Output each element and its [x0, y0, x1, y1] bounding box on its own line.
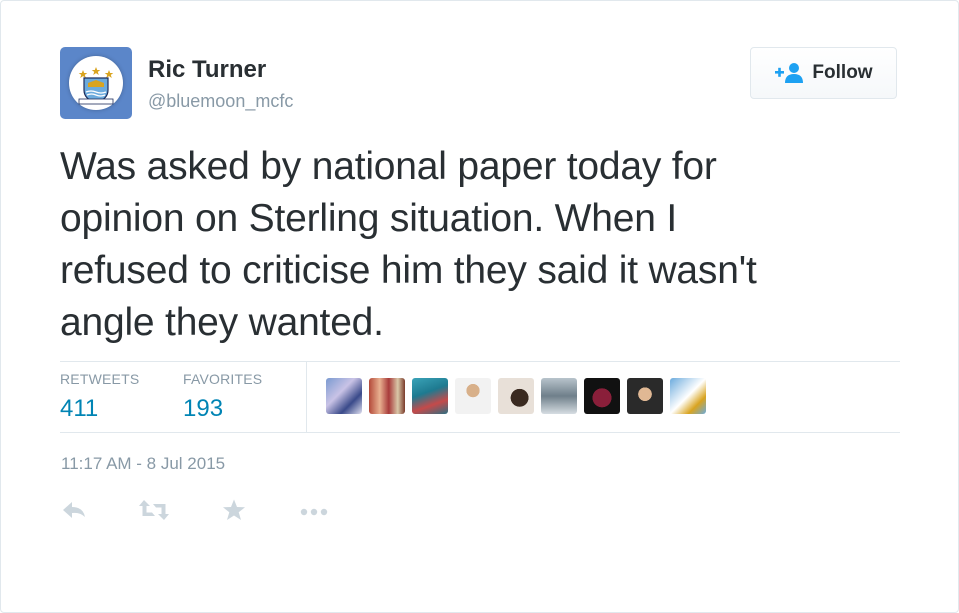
stats-vertical-divider [306, 361, 307, 432]
retweets-count: 411 [60, 395, 99, 422]
reply-icon [61, 500, 87, 525]
user-handle[interactable]: @bluemoon_mcfc [148, 91, 293, 112]
tweet-text-line: angle they wanted. [60, 301, 384, 344]
favorites-stat[interactable]: FAVORITES 193 [183, 371, 262, 423]
favoriter-avatar[interactable] [670, 378, 706, 414]
tweet-timestamp[interactable]: 11:17 AM - 8 Jul 2015 [61, 454, 225, 474]
tweet-card: Ric Turner @bluemoon_mcfc Follow Was ask… [0, 0, 959, 613]
favoriter-avatar[interactable] [498, 378, 534, 414]
stats-bottom-divider [60, 432, 900, 433]
retweet-icon [138, 499, 170, 526]
tweet-text: Was asked by national paper today for op… [60, 141, 920, 349]
favorite-star-icon [222, 499, 246, 526]
user-display-name[interactable]: Ric Turner [148, 56, 266, 84]
club-crest-logo [69, 56, 123, 110]
stats-top-divider [60, 361, 900, 362]
follow-person-plus-icon [774, 62, 804, 84]
tweet-text-line: refused to criticise him they said it wa… [60, 249, 757, 292]
favoriter-avatar[interactable] [369, 378, 405, 414]
tweet-actions [59, 498, 379, 526]
tweet-text-line: opinion on Sterling situation. When I [60, 197, 677, 240]
favoriter-avatar[interactable] [412, 378, 448, 414]
favorites-count: 193 [183, 395, 224, 422]
favoriter-avatar[interactable] [326, 378, 362, 414]
favoriter-avatar[interactable] [584, 378, 620, 414]
retweet-button[interactable] [139, 498, 169, 526]
reply-button[interactable] [59, 498, 89, 526]
favoriter-avatar[interactable] [627, 378, 663, 414]
favorites-label: FAVORITES [183, 371, 263, 387]
tweet-text-line: Was asked by national paper today for [60, 145, 717, 188]
more-button[interactable] [299, 498, 329, 526]
favorite-button[interactable] [219, 498, 249, 526]
more-icon [299, 503, 329, 521]
retweets-stat[interactable]: RETWEETS 411 [60, 371, 139, 423]
favoriter-avatar[interactable] [541, 378, 577, 414]
avatar[interactable] [60, 47, 132, 119]
favoriter-avatar[interactable] [455, 378, 491, 414]
favoriters-facepile [326, 378, 713, 414]
follow-button-label: Follow [812, 62, 873, 83]
retweets-label: RETWEETS [60, 371, 140, 387]
follow-button[interactable]: Follow [750, 47, 897, 99]
